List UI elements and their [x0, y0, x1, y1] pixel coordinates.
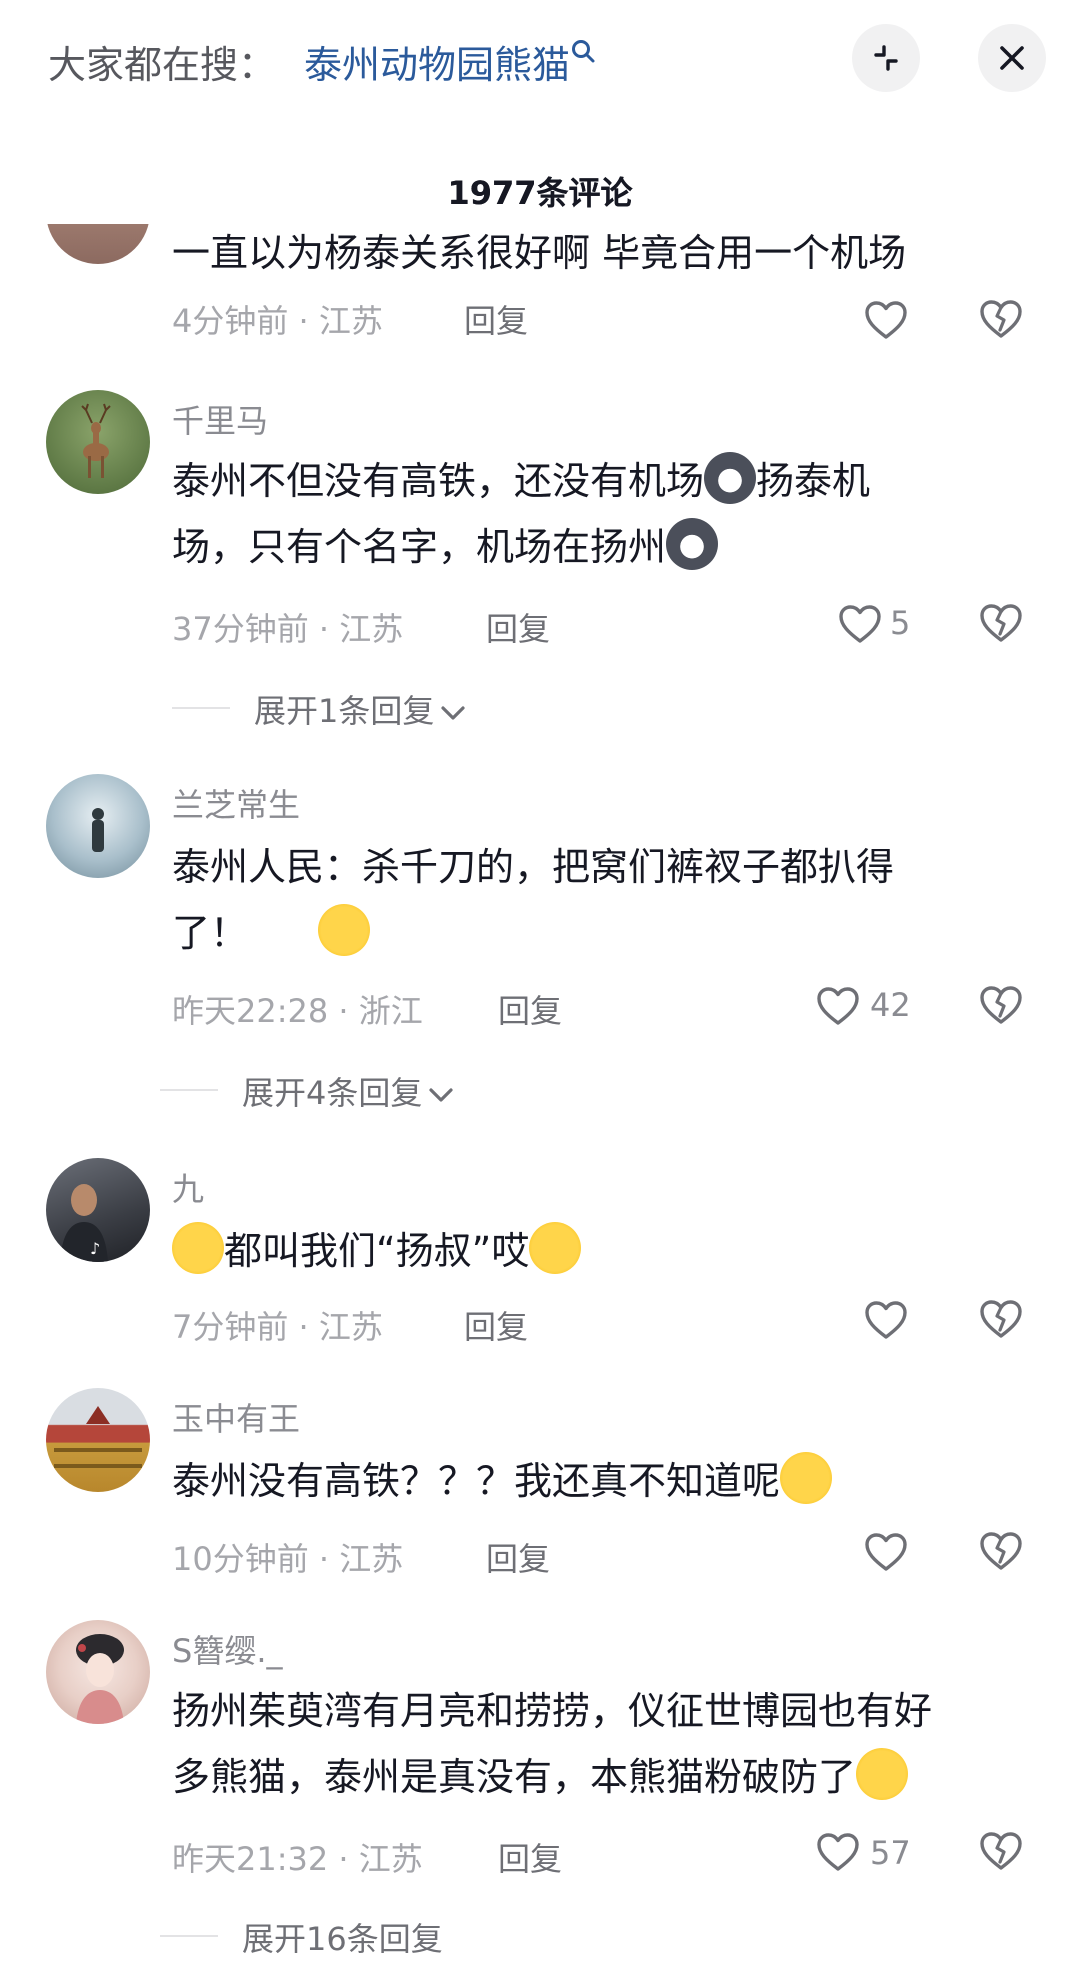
avatar[interactable]	[46, 774, 150, 878]
reply-button[interactable]: 回复	[464, 1302, 528, 1348]
like-icon[interactable]	[864, 1300, 908, 1340]
dislike-icon[interactable]	[978, 298, 1024, 340]
like-icon[interactable]	[838, 604, 882, 644]
comment-time: 37分钟前	[172, 610, 309, 648]
dislike-icon[interactable]	[978, 984, 1024, 1026]
collapse-icon	[874, 45, 898, 71]
username[interactable]: 玉中有王	[172, 1394, 300, 1440]
comment-time: 7分钟前	[172, 1308, 289, 1346]
building-image	[54, 1406, 142, 1468]
comment-location: 江苏	[318, 1308, 383, 1346]
laughing-crying-emoji	[780, 1452, 833, 1504]
crying-emoji	[856, 1748, 909, 1800]
divider	[172, 707, 230, 709]
dislike-icon[interactable]	[978, 1830, 1024, 1872]
comment-location: 江苏	[339, 610, 404, 648]
reply-button[interactable]: 回复	[486, 604, 550, 650]
wolf-emoji	[704, 452, 757, 504]
collapse-button[interactable]	[852, 24, 920, 92]
comment-text: 泰州人民：杀千刀的，把窝们裤衩子都扒得 了！	[172, 845, 895, 956]
wolf-emoji	[666, 518, 719, 570]
dislike-icon[interactable]	[978, 1298, 1024, 1340]
comment-meta: 4分钟前 · 江苏	[172, 302, 383, 340]
comment-meta: 7分钟前 · 江苏	[172, 1308, 383, 1346]
portrait-image	[76, 1634, 124, 1724]
like-count: 57	[870, 1834, 911, 1872]
comment-text: 扬州茱萸湾有月亮和捞捞，仪征世博园也有好 多熊猫，泰州是真没有，本熊猫粉破防了	[172, 1689, 933, 1800]
search-icon[interactable]	[570, 38, 596, 64]
expand-replies-button[interactable]: 展开1条回复	[254, 686, 466, 732]
avatar[interactable]	[46, 1388, 150, 1492]
avatar[interactable]	[46, 390, 150, 494]
laughing-crying-emoji	[172, 1222, 224, 1274]
like-icon[interactable]	[864, 300, 908, 340]
comment-time: 昨天21:32	[172, 1840, 329, 1878]
reply-button[interactable]: 回复	[498, 986, 562, 1032]
dislike-icon[interactable]	[978, 602, 1024, 644]
comment-meta: 10分钟前 · 江苏	[172, 1540, 404, 1578]
comment-meta: 37分钟前 · 江苏	[172, 610, 404, 648]
reply-button[interactable]: 回复	[464, 296, 528, 342]
chevron-down-icon	[428, 1087, 454, 1103]
divider	[160, 1089, 218, 1091]
avatar[interactable]: ♪	[46, 1158, 150, 1262]
search-suggestion-bar: 大家都在搜： 泰州动物园熊猫	[0, 0, 1080, 120]
comment-text: 都叫我们“扬叔”哎	[172, 1218, 1032, 1284]
comment-count-title-overlay: 1977条评论	[447, 174, 633, 212]
expand-replies-button[interactable]: 展开4条回复	[242, 1068, 454, 1114]
avatar[interactable]	[46, 1620, 150, 1724]
username[interactable]: S簪缨._	[172, 1626, 283, 1672]
dislike-icon[interactable]	[978, 1530, 1024, 1572]
comment-time: 4分钟前	[172, 302, 289, 340]
comment-time: 10分钟前	[172, 1540, 309, 1578]
comment-meta: 昨天21:32 · 江苏	[172, 1840, 423, 1878]
expand-replies-button[interactable]: 展开16条回复	[242, 1914, 443, 1960]
figure-image	[92, 808, 104, 852]
comment-location: 江苏	[339, 1540, 404, 1578]
search-prefix-label: 大家都在搜：	[48, 43, 277, 87]
comment-text: 泰州没有高铁？？？我还真不知道呢	[172, 1448, 1032, 1514]
like-icon[interactable]	[864, 1532, 908, 1572]
close-button[interactable]	[978, 24, 1046, 92]
comment-time: 昨天22:28	[172, 992, 329, 1030]
comment-location: 浙江	[358, 992, 423, 1030]
like-count: 42	[870, 986, 911, 1024]
username[interactable]: 兰芝常生	[172, 780, 300, 826]
person-image: ♪	[60, 1184, 108, 1262]
deer-image	[81, 403, 111, 478]
comment-text: 泰州不但没有高铁，还没有机场 扬泰机 场，只有个名字，机场在扬州	[172, 448, 1032, 580]
comment-location: 江苏	[358, 1840, 423, 1878]
svg-text:♪: ♪	[90, 1239, 100, 1258]
search-suggestion-link[interactable]: 泰州动物园熊猫	[304, 34, 570, 89]
like-icon[interactable]	[816, 1832, 860, 1872]
comment-text: 一直以为杨泰关系很好啊 毕竟合用一个机场	[172, 231, 907, 275]
username[interactable]: 九	[172, 1164, 204, 1210]
like-count: 5	[890, 604, 911, 642]
reply-button[interactable]: 回复	[498, 1834, 562, 1880]
reply-button[interactable]: 回复	[486, 1534, 550, 1580]
close-icon	[1000, 46, 1024, 70]
chevron-down-icon	[440, 705, 466, 721]
comment-location: 江苏	[318, 302, 383, 340]
like-icon[interactable]	[816, 986, 860, 1026]
comment-meta: 昨天22:28 · 浙江	[172, 992, 423, 1030]
thinking-emoji	[318, 904, 371, 956]
divider	[160, 1935, 218, 1937]
username[interactable]: 千里马	[172, 396, 268, 442]
smirk-emoji	[529, 1222, 582, 1274]
